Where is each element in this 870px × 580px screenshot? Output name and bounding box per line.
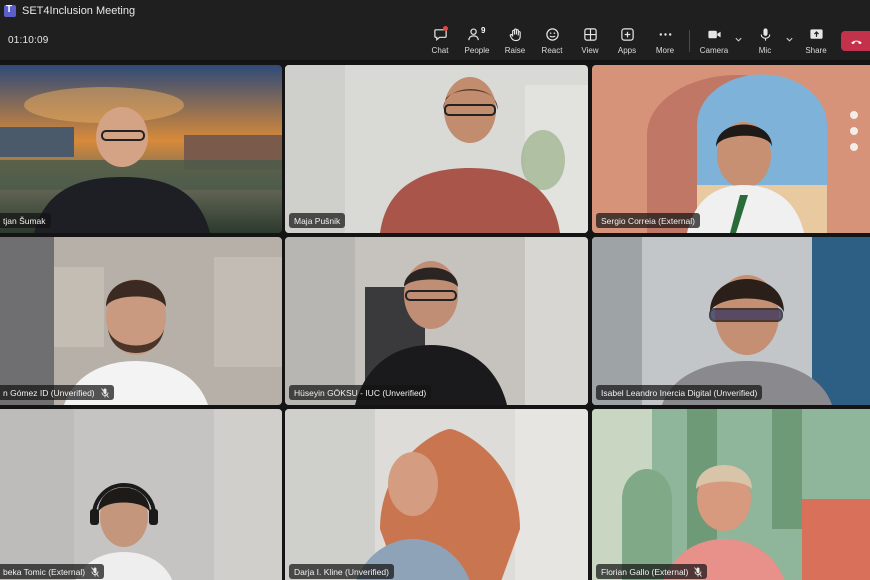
participant-name-tag: tjan Šumak: [0, 213, 51, 228]
participant-name-tag: Isabel Leandro Inercia Digital (Unverifi…: [596, 385, 763, 400]
more-label: More: [655, 46, 675, 55]
participant-video: [0, 409, 282, 580]
view-label: View: [581, 46, 599, 55]
people-icon: 9: [467, 25, 486, 43]
participant-name: Hüseyin GÖKSU - IUC (Unverified): [294, 387, 427, 398]
participant-name-tag: n Gómez ID (Unverified): [0, 385, 114, 400]
camera-label: Camera: [699, 46, 729, 55]
video-tile[interactable]: tjan Šumak: [0, 65, 282, 233]
video-tile[interactable]: beka Tomic (External): [0, 409, 282, 580]
mic-label: Mic: [758, 46, 772, 55]
chat-icon: [431, 25, 449, 43]
people-button[interactable]: 9 People: [459, 25, 495, 57]
apps-label: Apps: [617, 46, 637, 55]
microphone-icon: [756, 25, 774, 43]
meeting-title: SET4Inclusion Meeting: [22, 4, 136, 17]
muted-mic-icon: [694, 566, 703, 577]
apps-button[interactable]: Apps: [609, 25, 645, 57]
view-button[interactable]: View: [572, 25, 608, 57]
participant-video: [285, 237, 588, 405]
muted-mic-icon: [91, 566, 99, 577]
grid-view-icon: [581, 25, 599, 43]
raise-label: Raise: [504, 46, 526, 55]
toolbar-divider: [689, 30, 690, 52]
video-tile[interactable]: Maja Pušnik: [285, 65, 588, 233]
title-bar: SET4Inclusion Meeting: [0, 0, 870, 21]
meeting-timer: 01:10:09: [8, 35, 49, 46]
camera-options-chevron-icon[interactable]: [733, 33, 743, 45]
mic-button[interactable]: Mic: [747, 25, 783, 57]
participant-name: Isabel Leandro Inercia Digital (Unverifi…: [601, 387, 758, 398]
participant-video: [592, 409, 870, 580]
hand-icon: [506, 25, 524, 43]
teams-logo-icon: [4, 4, 16, 17]
participant-video: [0, 65, 282, 233]
participant-name: Florian Gallo (External): [601, 566, 689, 577]
mic-options-chevron-icon[interactable]: [784, 33, 794, 45]
participant-name-tag: Florian Gallo (External): [596, 564, 708, 579]
camera-button[interactable]: Camera: [696, 25, 732, 57]
chat-unread-dot: [443, 26, 448, 31]
camera-icon: [705, 25, 723, 43]
share-label: Share: [805, 46, 827, 55]
participant-name: tjan Šumak: [3, 215, 46, 226]
leave-call-button[interactable]: [841, 31, 870, 51]
participant-name-tag: Maja Pušnik: [289, 213, 346, 228]
add-apps-icon: [618, 25, 636, 43]
participant-name: Maja Pušnik: [294, 215, 341, 226]
video-tile[interactable]: Hüseyin GÖKSU - IUC (Unverified): [285, 237, 588, 405]
participant-video: [592, 237, 870, 405]
more-button[interactable]: More: [647, 25, 683, 57]
video-tile-active-speaker[interactable]: Isabel Leandro Inercia Digital (Unverifi…: [592, 237, 870, 405]
participant-name-tag: Sergio Correia (External): [596, 213, 701, 228]
participant-video: [285, 65, 588, 233]
participant-name: Sergio Correia (External): [601, 215, 696, 226]
react-label: React: [541, 46, 563, 55]
share-button[interactable]: Share: [798, 25, 834, 57]
participant-name: Darja I. Kline (Unverified): [294, 566, 389, 577]
video-tile[interactable]: Florian Gallo (External): [592, 409, 870, 580]
people-label: People: [464, 46, 490, 55]
video-grid: tjan Šumak Maja Pušnik Sergio Correia (E…: [0, 62, 870, 580]
video-tile[interactable]: n Gómez ID (Unverified): [0, 237, 282, 405]
participant-video: [285, 409, 588, 580]
participant-video: [592, 65, 870, 233]
smiley-icon: [543, 25, 561, 43]
video-tile[interactable]: Darja I. Kline (Unverified): [285, 409, 588, 580]
meeting-toolbar: 01:10:09 Chat 9 People Raise React View: [0, 21, 870, 61]
participant-name-tag: Hüseyin GÖKSU - IUC (Unverified): [289, 385, 432, 400]
participant-name-tag: Darja I. Kline (Unverified): [289, 564, 394, 579]
participant-name-tag: beka Tomic (External): [0, 564, 105, 579]
hang-up-icon: [851, 40, 862, 44]
video-tile[interactable]: Sergio Correia (External): [592, 65, 870, 233]
chat-button[interactable]: Chat: [422, 25, 458, 57]
more-dots-icon: [656, 25, 674, 43]
chat-label: Chat: [431, 46, 449, 55]
react-button[interactable]: React: [534, 25, 570, 57]
participant-name: beka Tomic (External): [3, 566, 86, 577]
participant-name: n Gómez ID (Unverified): [3, 387, 95, 398]
raise-hand-button[interactable]: Raise: [497, 25, 533, 57]
participant-video: [0, 237, 282, 405]
share-screen-icon: [807, 25, 825, 43]
participant-count: 9: [481, 26, 486, 35]
muted-mic-icon: [100, 387, 109, 398]
